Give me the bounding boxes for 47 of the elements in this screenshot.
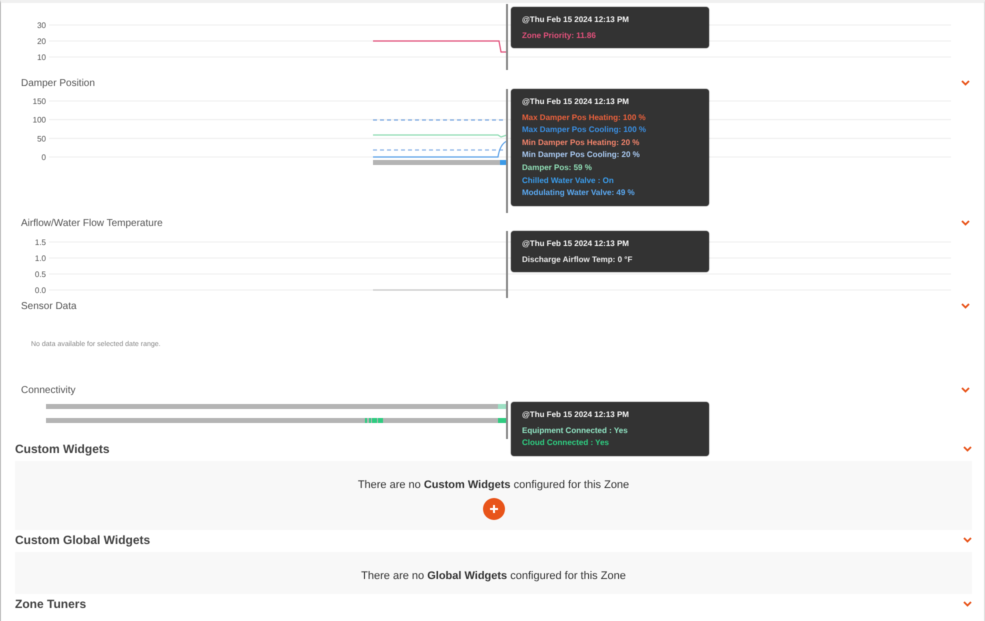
section-title: Damper Position [21, 78, 95, 88]
axis-tick-label: 10 [37, 53, 46, 62]
cursor-line [506, 231, 508, 298]
empty-state-message: There are no Custom Widgets configured for this Zone [358, 479, 630, 491]
tooltip-timestamp: @Thu Feb 15 2024 12:13 PM [522, 238, 630, 250]
chevron-down-icon[interactable] [961, 80, 970, 86]
section-heading: Custom Global Widgets [15, 533, 150, 547]
tooltip-value: Chilled Water Valve : On [522, 174, 615, 187]
section-heading: Custom Widgets [15, 442, 110, 456]
chevron-down-icon[interactable] [961, 303, 970, 309]
tooltip-value: Modulating Water Valve: 49 % [522, 187, 636, 200]
tooltip-value: Max Damper Pos Heating: 100 % [522, 112, 647, 124]
chevron-down-icon[interactable] [963, 446, 972, 452]
axis-tick-label: 50 [37, 134, 46, 144]
section-title: Airflow/Water Flow Temperature [21, 218, 163, 228]
section-title: Sensor Data [21, 300, 77, 312]
axis-tick-label: 20 [37, 37, 46, 46]
section-title: Connectivity [21, 384, 76, 396]
section-heading: Zone Tuners [15, 597, 86, 611]
add-widget-button[interactable] [482, 498, 504, 520]
axis-tick-label: 30 [37, 21, 46, 30]
chevron-down-icon[interactable] [963, 537, 972, 543]
axis-tick-label: 0 [42, 153, 46, 162]
chevron-down-icon[interactable] [963, 601, 972, 607]
tooltip-value: Damper Pos: 59 % [522, 162, 593, 174]
axis-tick-label: 0.5 [34, 270, 46, 279]
tooltip-timestamp: @Thu Feb 15 2024 12:13 PM [522, 14, 630, 26]
tooltip-value: Max Damper Pos Cooling: 100 % [522, 124, 648, 136]
tooltip-value: Min Damper Pos Cooling: 20 % [522, 149, 641, 162]
axis-tick-label: 1.5 [34, 238, 46, 247]
chevron-down-icon[interactable] [961, 387, 970, 393]
tooltip-value: Zone Priority: 11.86 [522, 30, 597, 42]
axis-tick-label: 1.0 [34, 254, 46, 263]
chevron-down-icon[interactable] [961, 220, 970, 226]
plus-icon [488, 504, 498, 514]
cursor-line [506, 401, 508, 439]
empty-state-message: There are no Global Widgets configured for this Zone [361, 570, 626, 582]
tooltip-value: Cloud Connected : Yes [522, 437, 610, 450]
axis-tick-label: 150 [32, 97, 46, 106]
axis-tick-label: 100 [32, 116, 46, 125]
tooltip-timestamp: @Thu Feb 15 2024 12:13 PM [522, 96, 630, 108]
tooltip-timestamp: @Thu Feb 15 2024 12:13 PM [522, 409, 630, 421]
tooltip-value: Min Damper Pos Heating: 20 % [522, 136, 640, 149]
tooltip-value: Discharge Airflow Temp: 0 °F [522, 254, 634, 266]
axis-tick-label: 0.0 [34, 286, 46, 295]
cursor-line [506, 4, 508, 70]
tooltip-value: Equipment Connected : Yes [522, 424, 629, 437]
